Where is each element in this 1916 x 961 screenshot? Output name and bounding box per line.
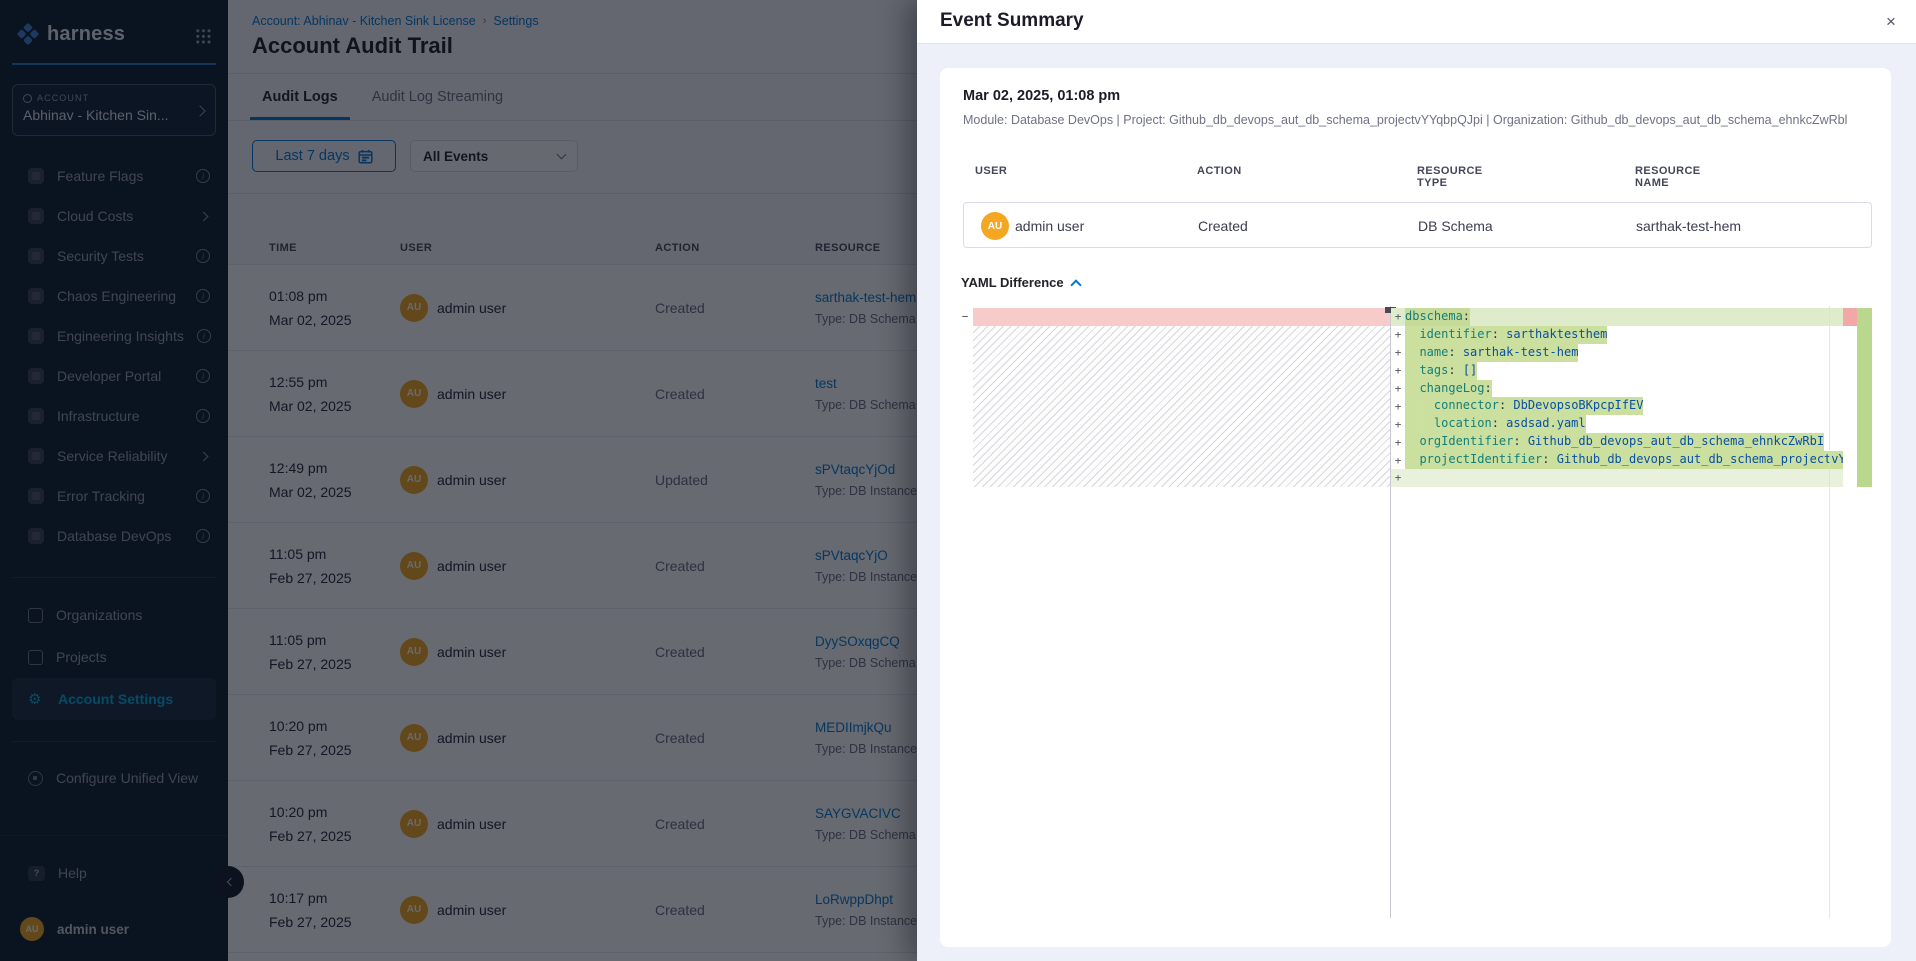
yaml-key: dbschema (1405, 309, 1463, 323)
yaml-value: Github_db_devops_aut_db_schema_projectvY… (1550, 452, 1843, 466)
plus-sign: + (1391, 346, 1405, 359)
diff-code: changeLog: (1405, 380, 1492, 398)
yaml-difference-toggle[interactable]: YAML Difference (961, 275, 1080, 290)
indent-guide (1419, 398, 1420, 434)
plus-sign: + (1391, 436, 1405, 449)
plus-sign: + (1391, 454, 1405, 467)
diff-code: projectIdentifier: Github_db_devops_aut_… (1405, 451, 1843, 469)
divider (1829, 306, 1830, 918)
yaml-value: [] (1456, 363, 1478, 377)
plus-sign: + (1391, 310, 1405, 323)
plus-sign: + (1391, 400, 1405, 413)
column-header: RESOURCE NAME (1635, 165, 1701, 189)
yaml-key: location (1434, 416, 1492, 430)
column-header: ACTION (1197, 165, 1242, 177)
event-table-row: AU admin user Created DB Schema sarthak-… (963, 202, 1872, 248)
yaml-key: tags (1419, 363, 1448, 377)
screen: harness ACCOUNT Abhinav - Kitchen Sin...… (0, 0, 1916, 961)
diff-line: + tags: [] (1391, 362, 1843, 380)
yaml-value: DbDevopsoBKpcpIfEV (1506, 398, 1643, 412)
event-resource-type: DB Schema (1418, 203, 1493, 249)
yaml-value: sarthak-test-hem (1456, 345, 1579, 359)
diff-code: orgIdentifier: Github_db_devops_aut_db_s… (1405, 433, 1824, 451)
diff-code: tags: [] (1405, 362, 1477, 380)
close-icon[interactable]: × (1878, 9, 1904, 35)
diff-code: location: asdsad.yaml (1405, 415, 1586, 433)
event-summary-drawer: Event Summary × Mar 02, 2025, 01:08 pm M… (917, 0, 1916, 961)
diff-empty-region (973, 326, 1390, 487)
diff-line: +dbschema: (1391, 308, 1843, 326)
yaml-key: changeLog (1419, 381, 1484, 395)
plus-sign: + (1391, 471, 1405, 484)
event-meta: Module: Database DevOps | Project: Githu… (963, 113, 1847, 127)
diff-overview-removed (1843, 308, 1857, 326)
diff-line: + projectIdentifier: Github_db_devops_au… (1391, 451, 1843, 469)
plus-sign: + (1391, 382, 1405, 395)
yaml-key: orgIdentifier (1419, 434, 1513, 448)
event-card: Mar 02, 2025, 01:08 pm Module: Database … (940, 68, 1891, 947)
drawer-header: Event Summary × (917, 0, 1916, 44)
yaml-key: projectIdentifier (1419, 452, 1542, 466)
diff-line: + orgIdentifier: Github_db_devops_aut_db… (1391, 433, 1843, 451)
yaml-key: name (1419, 345, 1448, 359)
yaml-value: Github_db_devops_aut_db_schema_ehnkcZwRb… (1521, 434, 1824, 448)
diff-line: + name: sarthak-test-hem (1391, 344, 1843, 362)
diff-line: + location: asdsad.yaml (1391, 415, 1843, 433)
column-header: RESOURCE TYPE (1417, 165, 1483, 189)
diff-line: + identifier: sarthaktesthem (1391, 326, 1843, 344)
diff-line: + changeLog: (1391, 380, 1843, 398)
diff-code: name: sarthak-test-hem (1405, 344, 1578, 362)
diff-code: identifier: sarthaktesthem (1405, 326, 1607, 344)
event-resource-name: sarthak-test-hem (1636, 203, 1741, 249)
diff-code: dbschema: (1405, 308, 1470, 326)
yaml-difference-label: YAML Difference (961, 275, 1064, 290)
diff-removed-line (973, 308, 1390, 326)
drawer-title: Event Summary (940, 10, 1084, 32)
chevron-up-icon (1070, 279, 1081, 290)
avatar: AU (981, 212, 1009, 240)
plus-sign: + (1391, 364, 1405, 377)
yaml-value: sarthaktesthem (1499, 327, 1607, 341)
diff-removed-gutter: − (959, 308, 971, 326)
diff-added-lines: +dbschema:+ identifier: sarthaktesthem+ … (1391, 308, 1843, 487)
yaml-key: connector (1434, 398, 1499, 412)
diff-line: + connector: DbDevopsoBKpcpIfEV (1391, 397, 1843, 415)
event-timestamp: Mar 02, 2025, 01:08 pm (963, 88, 1120, 104)
yaml-value: asdsad.yaml (1499, 416, 1586, 430)
column-header: USER (975, 165, 1007, 177)
diff-overview-added (1857, 308, 1872, 487)
yaml-diff-editor: − +dbschema:+ identifier: sarthaktesthem… (957, 306, 1872, 920)
yaml-key: identifier (1419, 327, 1491, 341)
event-user: admin user (1015, 203, 1084, 249)
plus-sign: + (1391, 328, 1405, 341)
diff-line: + (1391, 469, 1843, 487)
event-action: Created (1198, 203, 1248, 249)
plus-sign: + (1391, 418, 1405, 431)
diff-code: connector: DbDevopsoBKpcpIfEV (1405, 397, 1643, 415)
